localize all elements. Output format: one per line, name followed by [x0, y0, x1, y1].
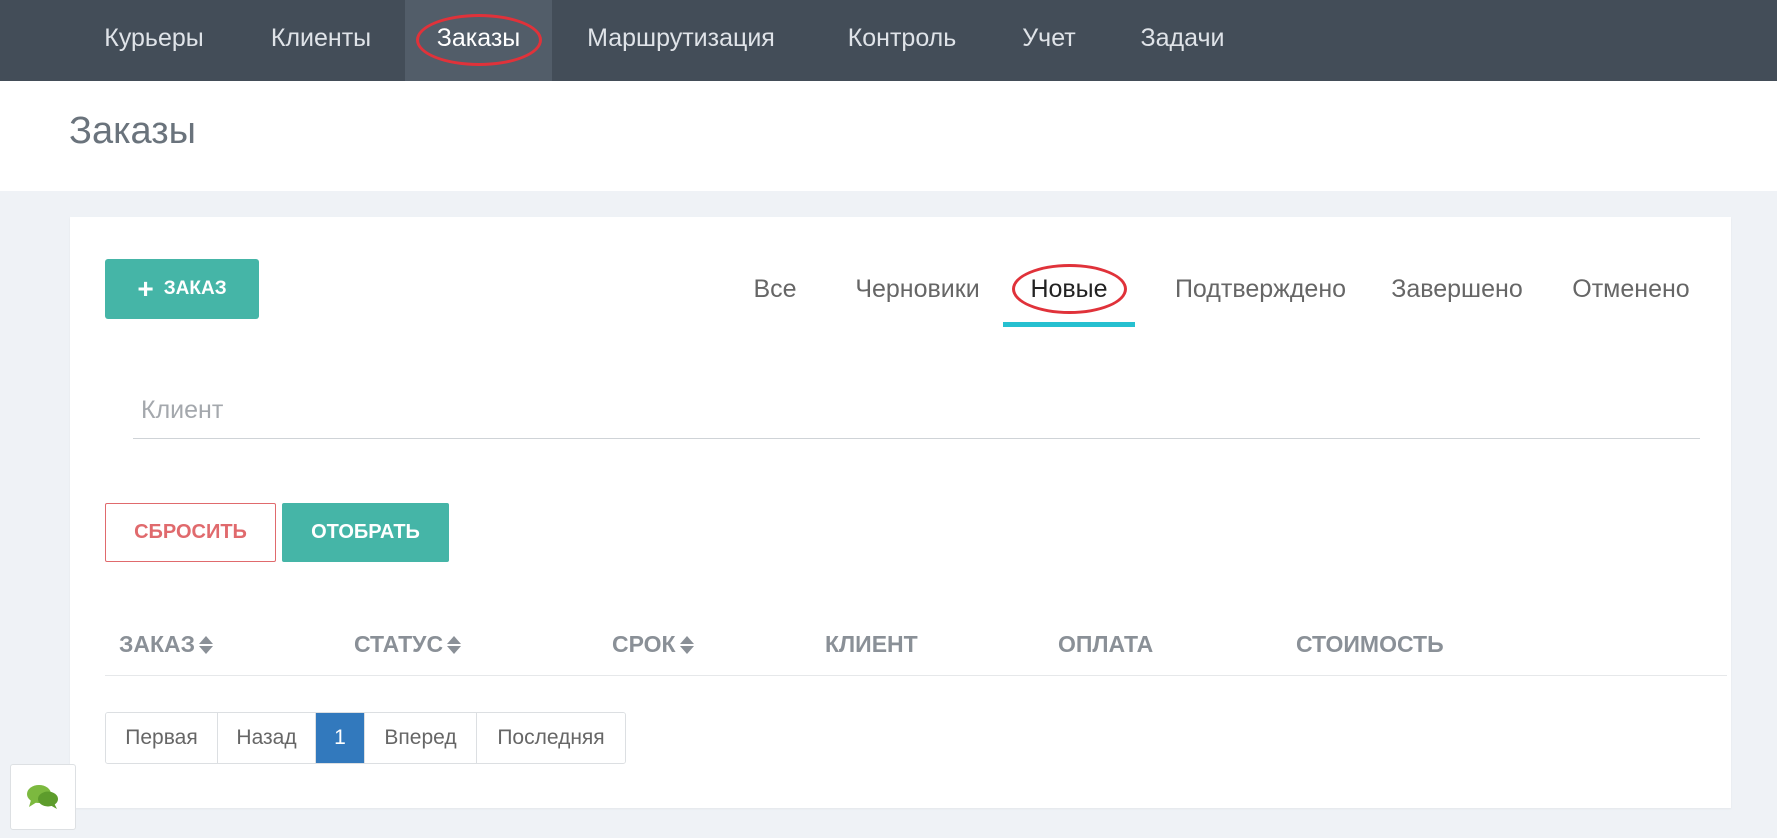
column-header-label: КЛИЕНТ	[825, 631, 918, 657]
column-header-deadline[interactable]: СРОК	[612, 631, 694, 658]
pagination: Первая Назад 1 Вперед Последняя	[105, 712, 626, 764]
pagination-prev[interactable]: Назад	[218, 713, 316, 763]
pagination-first[interactable]: Первая	[106, 713, 218, 763]
nav-item-label: Заказы	[436, 24, 521, 52]
chat-bubbles-icon	[27, 785, 58, 809]
nav-item-label: Контроль	[847, 24, 957, 52]
tab-label: Подтверждено	[1174, 275, 1347, 303]
tab-label: Отменено	[1572, 275, 1690, 303]
column-header-order[interactable]: ЗАКАЗ	[119, 631, 214, 658]
chat-button[interactable]	[10, 764, 76, 830]
nav-item-label: Клиенты	[270, 24, 372, 52]
plus-icon: +	[137, 273, 154, 304]
column-header-label: СРОК	[612, 631, 676, 657]
tab-label: Черновики	[855, 275, 980, 303]
nav-item-control[interactable]: Контроль	[830, 0, 974, 81]
sort-icon	[447, 635, 462, 654]
nav-item-label: Учет	[1022, 24, 1076, 52]
nav-item-clients[interactable]: Клиенты	[244, 0, 398, 81]
column-header-label: СТАТУС	[354, 631, 444, 657]
pagination-last[interactable]: Последняя	[477, 713, 625, 763]
top-navbar: Курьеры Клиенты Заказы Маршрутизация Кон…	[0, 0, 1777, 81]
pagination-label: Вперед	[384, 726, 457, 749]
column-header-label: ЗАКАЗ	[119, 631, 196, 657]
tab-label: Все	[753, 275, 797, 303]
active-tab-indicator	[1003, 322, 1135, 327]
client-filter-input[interactable]	[133, 382, 1700, 439]
table-header-divider	[105, 675, 1727, 676]
tab-new[interactable]: Новые	[1003, 259, 1135, 319]
nav-item-label: Курьеры	[104, 24, 204, 52]
tab-label: Новые	[1030, 275, 1108, 303]
column-header-label: СТОИМОСТЬ	[1296, 631, 1444, 657]
column-header-cost: СТОИМОСТЬ	[1296, 631, 1444, 658]
nav-item-tasks[interactable]: Задачи	[1128, 0, 1237, 81]
pagination-page-current[interactable]: 1	[316, 713, 365, 763]
tab-cancelled[interactable]: Отменено	[1551, 259, 1711, 319]
nav-item-accounting[interactable]: Учет	[1007, 0, 1091, 81]
page-header: Заказы	[0, 81, 1777, 191]
tab-drafts[interactable]: Черновики	[835, 259, 1000, 319]
nav-item-routing[interactable]: Маршрутизация	[568, 0, 794, 81]
sort-icon	[679, 635, 694, 654]
nav-item-label: Маршрутизация	[587, 24, 775, 52]
column-header-label: ОПЛАТА	[1058, 631, 1154, 657]
page-title: Заказы	[69, 110, 196, 152]
reset-button[interactable]: СБРОСИТЬ	[105, 503, 276, 562]
column-header-payment: ОПЛАТА	[1058, 631, 1153, 658]
sort-icon	[199, 635, 214, 654]
column-header-status[interactable]: СТАТУС	[354, 631, 462, 658]
reset-label: СБРОСИТЬ	[134, 521, 247, 543]
orders-card: + ЗАКАЗ Все Черновики Новые Подтверждено…	[70, 217, 1731, 808]
nav-item-couriers[interactable]: Курьеры	[80, 0, 228, 81]
pagination-label: 1	[334, 726, 346, 749]
pagination-label: Назад	[236, 726, 297, 749]
nav-item-orders[interactable]: Заказы	[405, 0, 552, 81]
pagination-next[interactable]: Вперед	[365, 713, 477, 763]
pagination-label: Последняя	[497, 726, 605, 749]
add-order-button[interactable]: + ЗАКАЗ	[105, 259, 259, 319]
apply-filter-button[interactable]: ОТОБРАТЬ	[282, 503, 449, 562]
tab-completed[interactable]: Завершено	[1382, 259, 1532, 319]
add-order-label: ЗАКАЗ	[163, 278, 227, 299]
tab-label: Завершено	[1391, 275, 1523, 303]
apply-filter-label: ОТОБРАТЬ	[311, 521, 420, 543]
column-header-client: КЛИЕНТ	[825, 631, 918, 658]
nav-item-label: Задачи	[1140, 24, 1225, 52]
pagination-label: Первая	[125, 726, 198, 749]
tab-all[interactable]: Все	[735, 259, 815, 319]
tab-confirmed[interactable]: Подтверждено	[1155, 259, 1366, 319]
